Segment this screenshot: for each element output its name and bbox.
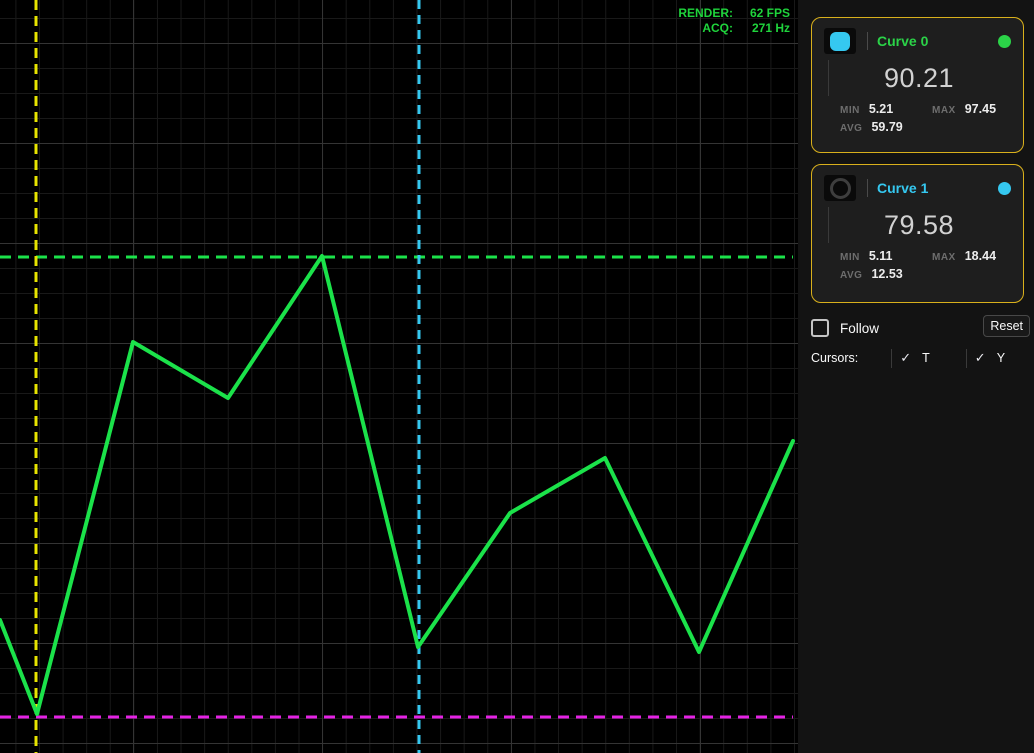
t-cursor-label[interactable]: T <box>922 351 930 365</box>
cursors-row: Cursors: ✓ T ✓ Y <box>811 348 1026 368</box>
curve0-panel[interactable]: Curve 0 90.21 MIN 5.21 MAX 97.45 AVG 59.… <box>811 17 1024 153</box>
y-cursor-label[interactable]: Y <box>997 351 1005 365</box>
fps-readout: RENDER: 62 FPS ACQ: 271 Hz <box>678 6 790 36</box>
curve0-current-value: 90.21 <box>884 63 954 94</box>
curve1-panel[interactable]: Curve 1 79.58 MIN 5.11 MAX 18.44 AVG 12.… <box>811 164 1024 303</box>
min-label: MIN <box>840 252 860 263</box>
follow-label: Follow <box>840 321 879 336</box>
curve1-max-stat: MAX 18.44 <box>932 249 1013 263</box>
avg-value: 59.79 <box>871 120 902 134</box>
curve0-toggle-checked-icon <box>830 32 850 51</box>
follow-checkbox[interactable] <box>811 319 829 337</box>
curve0-avg-stat: AVG 59.79 <box>840 120 932 134</box>
acq-rate-value: 271 Hz <box>738 21 790 36</box>
avg-label: AVG <box>840 123 862 134</box>
y-cursor-check-icon[interactable]: ✓ <box>975 350 986 366</box>
curve0-min-stat: MIN 5.21 <box>840 102 932 116</box>
curve0-visibility-toggle[interactable] <box>824 28 856 54</box>
curve1-min-stat: MIN 5.11 <box>840 249 932 263</box>
avg-label: AVG <box>840 270 862 281</box>
curve1-stats: MIN 5.11 MAX 18.44 AVG 12.53 <box>840 249 1013 281</box>
curve1-header: Curve 1 <box>824 174 1011 202</box>
avg-value: 12.53 <box>871 267 902 281</box>
curve1-title: Curve 1 <box>877 180 928 196</box>
max-value: 97.45 <box>965 102 996 116</box>
plot-area[interactable]: RENDER: 62 FPS ACQ: 271 Hz <box>0 0 798 753</box>
header-divider <box>867 32 868 50</box>
render-fps-label: RENDER: <box>678 6 733 21</box>
curve0-stats: MIN 5.21 MAX 97.45 AVG 59.79 <box>840 102 1013 134</box>
max-value: 18.44 <box>965 249 996 263</box>
render-fps-value: 62 FPS <box>738 6 790 21</box>
cursors-label: Cursors: <box>811 351 858 365</box>
curve1-value-row: 79.58 <box>828 207 1009 243</box>
reset-button[interactable]: Reset <box>983 315 1030 337</box>
curve1-status-dot-icon <box>998 182 1011 195</box>
waveform-curve0 <box>0 256 793 714</box>
follow-row: Follow Reset <box>811 317 1026 339</box>
max-label: MAX <box>932 252 956 263</box>
curve1-avg-stat: AVG 12.53 <box>840 267 932 281</box>
curve0-status-dot-icon <box>998 35 1011 48</box>
max-label: MAX <box>932 105 956 116</box>
divider <box>891 349 892 368</box>
header-divider <box>867 179 868 197</box>
curve1-current-value: 79.58 <box>884 210 954 241</box>
min-value: 5.21 <box>869 102 893 116</box>
waveform-canvas <box>0 0 798 753</box>
control-sidebar: Curve 0 90.21 MIN 5.21 MAX 97.45 AVG 59.… <box>798 0 1034 753</box>
min-value: 5.11 <box>869 249 893 263</box>
acq-rate-label: ACQ: <box>678 21 733 36</box>
min-label: MIN <box>840 105 860 116</box>
curve0-header: Curve 0 <box>824 27 1011 55</box>
t-cursor-check-icon[interactable]: ✓ <box>900 350 911 366</box>
curve0-title: Curve 0 <box>877 33 928 49</box>
divider <box>966 349 967 368</box>
curve1-visibility-toggle[interactable] <box>824 175 856 201</box>
curve0-value-row: 90.21 <box>828 60 1009 96</box>
curve1-toggle-unchecked-icon <box>830 178 851 199</box>
curve0-max-stat: MAX 97.45 <box>932 102 1013 116</box>
